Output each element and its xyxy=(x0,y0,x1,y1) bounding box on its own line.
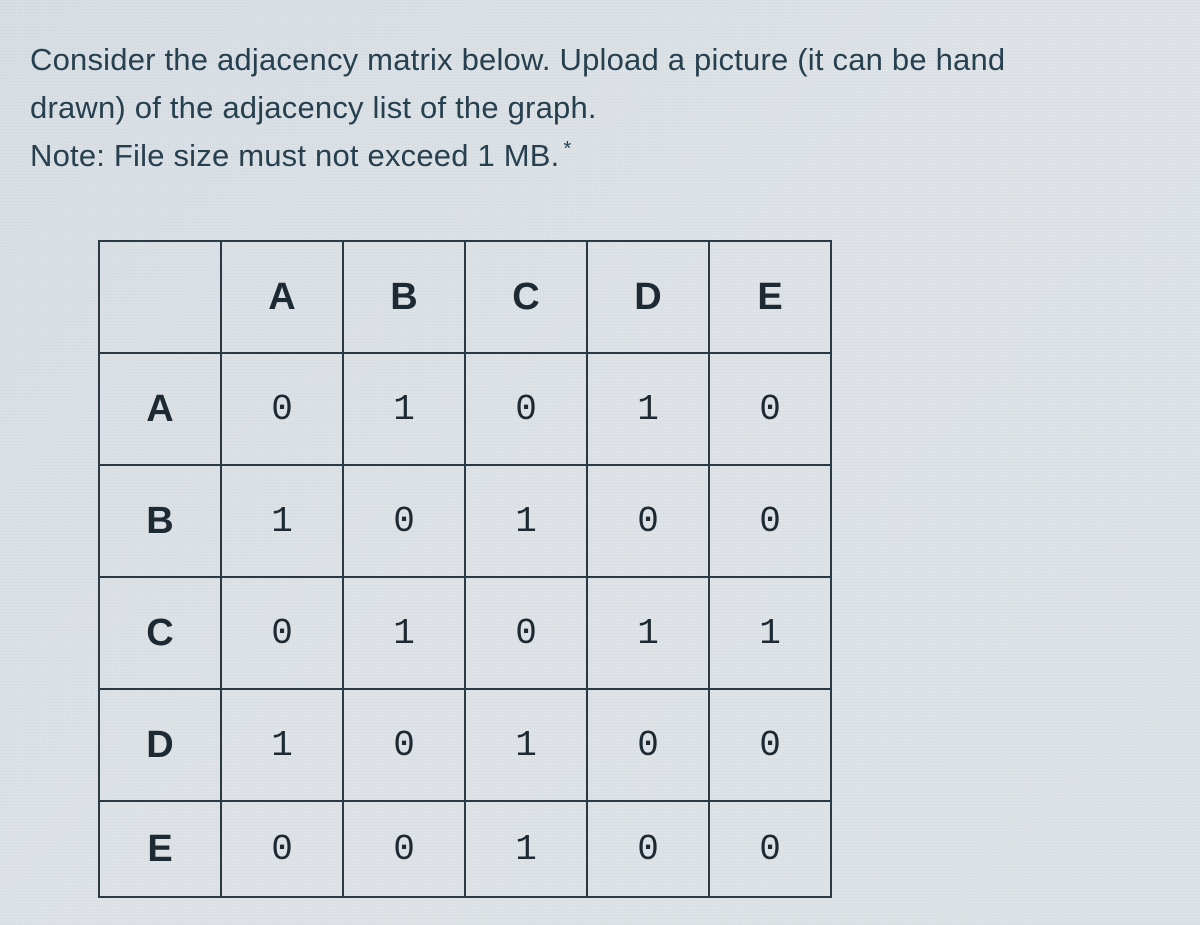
matrix-row: A 0 1 0 1 0 xyxy=(99,353,831,465)
matrix-row-header: E xyxy=(99,801,221,897)
matrix-cell: 1 xyxy=(343,353,465,465)
matrix-cell: 0 xyxy=(465,353,587,465)
matrix-cell: 0 xyxy=(343,465,465,577)
matrix-cell: 0 xyxy=(221,353,343,465)
matrix-cell: 0 xyxy=(709,353,831,465)
matrix-row-header: A xyxy=(99,353,221,465)
matrix-cell: 1 xyxy=(221,689,343,801)
matrix-corner-cell xyxy=(99,241,221,353)
matrix-cell: 0 xyxy=(709,801,831,897)
matrix-cell: 0 xyxy=(221,801,343,897)
required-asterisk: * xyxy=(563,138,571,160)
matrix-row: D 1 0 1 0 0 xyxy=(99,689,831,801)
matrix-cell: 0 xyxy=(221,577,343,689)
matrix-cell: 0 xyxy=(587,801,709,897)
adjacency-matrix-wrap: A B C D E A 0 1 0 1 0 B 1 0 1 0 0 xyxy=(98,240,1170,898)
matrix-cell: 0 xyxy=(709,465,831,577)
question-line-1: Consider the adjacency matrix below. Upl… xyxy=(30,36,1150,84)
matrix-cell: 0 xyxy=(587,465,709,577)
question-line-3: Note: File size must not exceed 1 MB.* xyxy=(30,132,1150,180)
matrix-cell: 1 xyxy=(465,465,587,577)
question-text: Consider the adjacency matrix below. Upl… xyxy=(30,36,1150,180)
matrix-cell: 1 xyxy=(465,801,587,897)
question-note: Note: File size must not exceed 1 MB. xyxy=(30,138,559,173)
matrix-cell: 0 xyxy=(343,801,465,897)
matrix-row: E 0 0 1 0 0 xyxy=(99,801,831,897)
matrix-row-header: B xyxy=(99,465,221,577)
question-page: Consider the adjacency matrix below. Upl… xyxy=(0,0,1200,898)
matrix-row-header: D xyxy=(99,689,221,801)
matrix-cell: 0 xyxy=(343,689,465,801)
matrix-row: C 0 1 0 1 1 xyxy=(99,577,831,689)
matrix-cell: 1 xyxy=(465,689,587,801)
matrix-cell: 1 xyxy=(343,577,465,689)
matrix-cell: 0 xyxy=(587,689,709,801)
matrix-cell: 1 xyxy=(709,577,831,689)
matrix-cell: 1 xyxy=(587,353,709,465)
matrix-col-header: A xyxy=(221,241,343,353)
matrix-cell: 1 xyxy=(221,465,343,577)
matrix-row-header: C xyxy=(99,577,221,689)
question-line-2: drawn) of the adjacency list of the grap… xyxy=(30,84,1150,132)
adjacency-matrix-table: A B C D E A 0 1 0 1 0 B 1 0 1 0 0 xyxy=(98,240,832,898)
matrix-cell: 0 xyxy=(465,577,587,689)
matrix-col-header: C xyxy=(465,241,587,353)
matrix-cell: 1 xyxy=(587,577,709,689)
matrix-col-header: D xyxy=(587,241,709,353)
matrix-col-header: E xyxy=(709,241,831,353)
matrix-row: B 1 0 1 0 0 xyxy=(99,465,831,577)
matrix-cell: 0 xyxy=(709,689,831,801)
matrix-col-header: B xyxy=(343,241,465,353)
matrix-header-row: A B C D E xyxy=(99,241,831,353)
